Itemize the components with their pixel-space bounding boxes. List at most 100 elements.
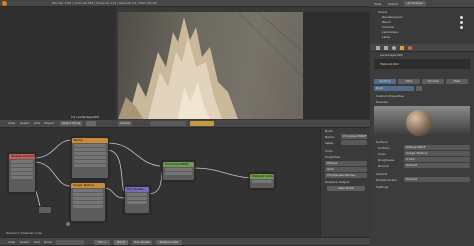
material-tab-surface[interactable]: Surface (374, 79, 396, 84)
blender-logo-icon[interactable] (2, 1, 7, 6)
material-fake-user-button[interactable] (416, 86, 422, 91)
viewport-menu-view[interactable]: View (8, 121, 15, 125)
n-panel-input-0[interactable]: Diffuse (325, 161, 367, 166)
rock-spires (118, 12, 303, 119)
use-nodes-toggle[interactable]: Use Nodes (132, 240, 152, 245)
roughness-slider[interactable]: 0.500 (404, 157, 470, 162)
node-header[interactable]: Mix Shader (125, 187, 149, 192)
shading-dropdown[interactable] (86, 121, 96, 126)
viewport-object-info: (1) Landscape.003 (71, 115, 99, 119)
landscape-render (118, 12, 303, 119)
layer-buttons[interactable] (150, 121, 186, 126)
node-material-output[interactable]: Material Output (249, 173, 275, 189)
node-tree-type-buttons[interactable] (56, 240, 84, 245)
outliner-item-landscape[interactable]: Landscape (382, 30, 442, 34)
n-panel-name-label: Name: (325, 135, 335, 139)
n-panel-input-2[interactable]: Christensen-Burley (325, 173, 367, 178)
properties-custom-section[interactable]: Custom Properties (376, 94, 436, 98)
new-node-button[interactable]: New Node (327, 186, 365, 191)
material-slot-item[interactable]: Material.002 (380, 62, 440, 66)
properties-preview-section[interactable]: Preview (376, 100, 436, 104)
outliner-item-renderlayers[interactable]: RenderLayers (382, 15, 442, 19)
viewport-left-toolshelf[interactable] (0, 7, 116, 120)
material-tab-volume[interactable]: Volume (422, 79, 444, 84)
render-tab-icon[interactable] (376, 46, 380, 50)
top-info-bar: Blender 2.80 | Verts:42,558 | Faces:42,1… (0, 0, 370, 7)
outliner-display-dropdown[interactable]: All Scenes (404, 1, 426, 6)
camera-frame-dark (303, 12, 370, 119)
viewport-menu-select[interactable]: Select (20, 121, 29, 125)
node-header[interactable]: Texture Coordinate (9, 154, 35, 159)
outliner-header: View Search All Scenes (370, 0, 474, 8)
displacement-dropdown[interactable]: Default (404, 177, 470, 182)
material-preview-image (374, 106, 470, 136)
material-selector[interactable]: Rock (114, 240, 128, 245)
render-preview-button[interactable] (190, 121, 214, 126)
n-panel-extra-section[interactable]: Displace Output (325, 180, 365, 184)
material-slot-list[interactable]: Material.002 (374, 59, 470, 69)
material-name-field[interactable]: Rock (374, 86, 414, 91)
world-tab-icon[interactable] (392, 46, 396, 50)
reroute-node[interactable] (66, 222, 70, 226)
outliner-item-scene[interactable]: Scene (378, 10, 438, 14)
eye-icon[interactable] (460, 26, 463, 29)
node-image-texture[interactable]: Image Texture (70, 182, 106, 222)
node-mix-shader[interactable]: Mix Shader (124, 186, 150, 214)
outliner-menu-view[interactable]: View (374, 2, 381, 6)
n-panel-node-title: Node (325, 129, 333, 133)
n-panel-properties-section[interactable]: Properties (325, 155, 355, 159)
color-label: Color (378, 152, 386, 156)
node-editor[interactable]: Texture Coordinate Bump Image Texture Mi… (0, 128, 320, 237)
preview-sphere (406, 110, 432, 136)
color-input-dropdown[interactable]: Image Texture (404, 151, 470, 156)
eye-icon[interactable] (460, 16, 463, 19)
node-editor-header: View Select Add Node Slot 1 Rock Use Nod… (0, 237, 370, 246)
n-panel-input-1[interactable]: GGX (325, 167, 367, 172)
outliner-item-lamp[interactable]: Lamp (382, 35, 442, 39)
transform-orientation-dropdown[interactable]: Global (118, 121, 132, 126)
n-panel-color-section[interactable]: Color (325, 149, 355, 153)
material-tab-halo[interactable]: Halo (446, 79, 468, 84)
frame-node[interactable] (38, 206, 52, 214)
node-header[interactable]: Principled BSDF (163, 162, 194, 167)
viewport-menu-object[interactable]: Object (44, 121, 54, 125)
n-panel-name-field[interactable]: Principled BSDF (341, 134, 367, 139)
viewport-menu-add[interactable]: Add (34, 121, 40, 125)
outliner-item-world[interactable]: World (382, 20, 442, 24)
eye-icon[interactable] (460, 21, 463, 24)
node-n-panel: Node Name: Principled BSDF Label: Color … (320, 128, 370, 237)
normal-input-dropdown[interactable]: Default (404, 163, 470, 168)
material-tab-icon[interactable] (408, 46, 412, 50)
properties-editor: Landscape.003 Material.002 Surface Wire … (370, 52, 474, 246)
object-tab-icon[interactable] (400, 46, 404, 50)
properties-volume-section[interactable]: Volume (376, 172, 436, 176)
node-menu-node[interactable]: Node (44, 240, 52, 244)
roughness-label: Roughness (378, 158, 395, 162)
node-principled-bsdf[interactable]: Principled BSDF (162, 161, 195, 181)
n-panel-label-field[interactable] (341, 140, 367, 145)
node-bump[interactable]: Bump (71, 137, 109, 179)
node-menu-select[interactable]: Select (20, 240, 29, 244)
node-header[interactable]: Bump (72, 138, 108, 143)
outliner-item-camera[interactable]: Camera (382, 25, 442, 29)
properties-tabs-bar (370, 44, 474, 52)
node-header[interactable]: Material Output (250, 174, 274, 179)
node-menu-view[interactable]: View (8, 240, 15, 244)
properties-settings-section[interactable]: Settings (376, 185, 436, 189)
node-tree-dropdown[interactable]: Material.002 (156, 240, 182, 245)
viewport-header: View Select Add Object Object Mode Globa… (0, 120, 370, 128)
surface-shader-dropdown[interactable]: Diffuse BSDF (404, 145, 470, 150)
material-tab-wire[interactable]: Wire (398, 79, 420, 84)
object-mode-dropdown[interactable]: Object Mode (60, 121, 82, 126)
properties-surface-section[interactable]: Surface (376, 140, 436, 144)
outliner-menu-search[interactable]: Search (388, 2, 398, 6)
material-slot-dropdown[interactable]: Slot 1 (94, 240, 110, 245)
node-editor-status: Dielectric Material node (6, 231, 42, 235)
top-info-text: Blender 2.80 | Verts:42,558 | Faces:42,1… (52, 1, 157, 5)
viewport-3d[interactable]: (1) Landscape.003 (0, 7, 370, 120)
node-texture-coordinate[interactable]: Texture Coordinate (8, 153, 36, 193)
scene-tab-icon[interactable] (384, 46, 388, 50)
n-panel-label-label: Label: (325, 141, 335, 145)
node-menu-add[interactable]: Add (34, 240, 40, 244)
node-header[interactable]: Image Texture (71, 183, 105, 188)
